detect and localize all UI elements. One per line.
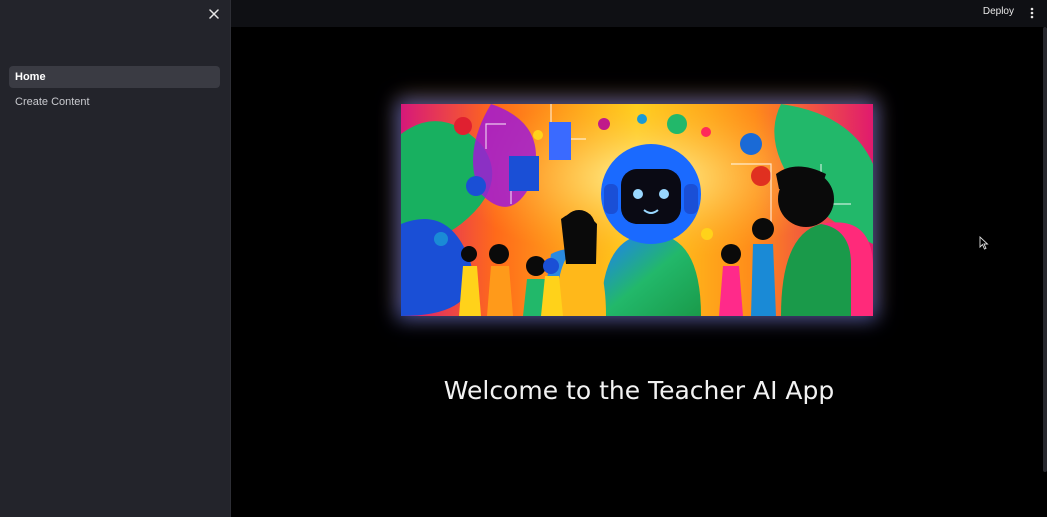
main-content: Welcome to the Teacher AI App	[231, 27, 1047, 517]
top-header: Deploy	[231, 0, 1047, 27]
welcome-heading: Welcome to the Teacher AI App	[443, 376, 835, 405]
sidebar-item-home[interactable]: Home	[9, 66, 220, 88]
sidebar: Home Create Content	[0, 0, 231, 517]
robot-children-illustration	[401, 104, 873, 316]
app-window: Home Create Content Deploy Welcome to th…	[0, 0, 1047, 517]
vertical-dots-icon	[1030, 7, 1034, 19]
hero-image	[401, 104, 873, 316]
close-sidebar-button[interactable]	[205, 5, 223, 23]
mouse-cursor-icon	[979, 235, 989, 255]
sidebar-item-label: Home	[15, 71, 46, 83]
deploy-button[interactable]: Deploy	[983, 6, 1014, 17]
sidebar-nav: Home Create Content	[9, 66, 220, 116]
close-icon	[209, 9, 219, 19]
scrollbar[interactable]	[1043, 27, 1047, 472]
sidebar-item-label: Create Content	[15, 96, 90, 108]
main-menu-button[interactable]	[1027, 6, 1037, 20]
sidebar-item-create-content[interactable]: Create Content	[9, 91, 220, 113]
